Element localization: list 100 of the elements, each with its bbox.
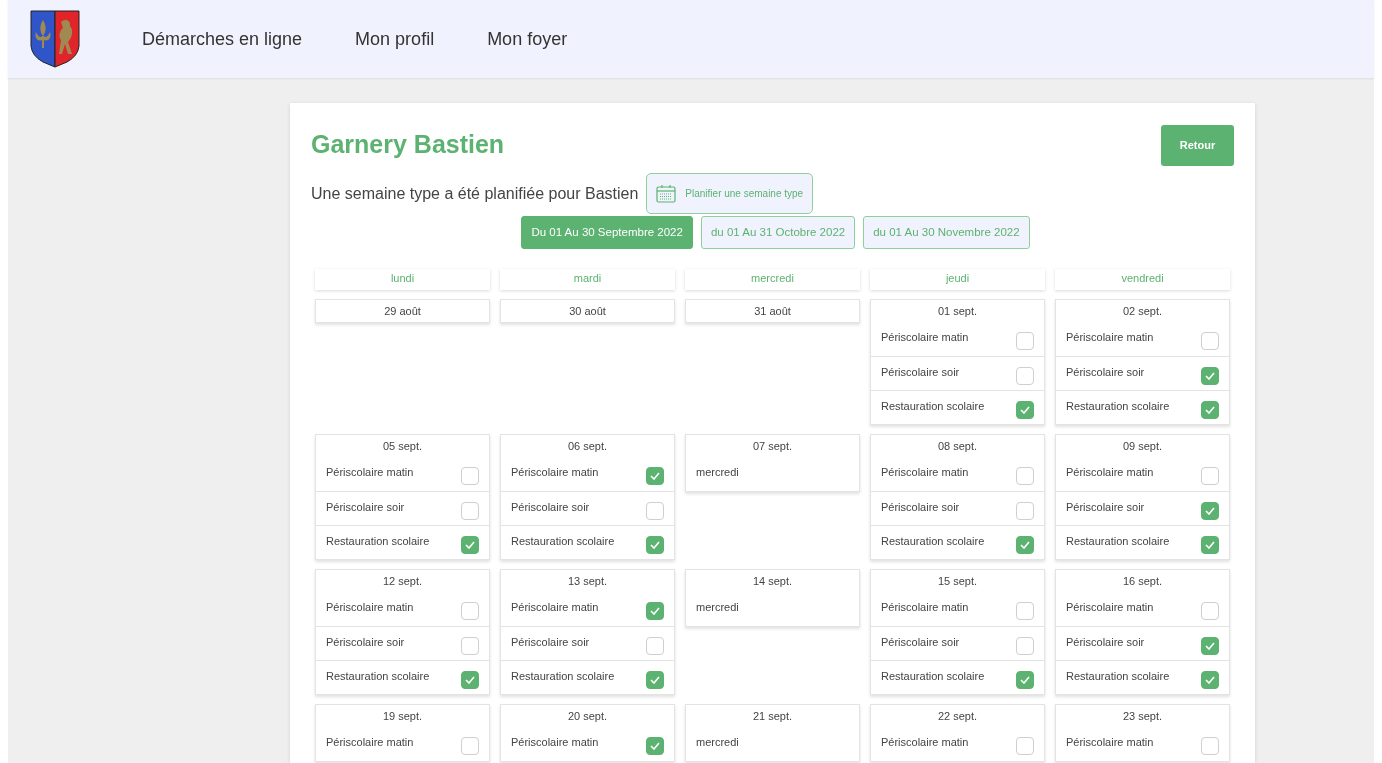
- activity-label: Périscolaire soir: [511, 500, 590, 515]
- day-date: 01 sept.: [936, 304, 979, 319]
- day-date: 08 sept.: [936, 439, 979, 454]
- checkbox[interactable]: [1016, 536, 1034, 554]
- back-button[interactable]: Retour: [1161, 125, 1234, 166]
- checkbox[interactable]: [1016, 502, 1034, 520]
- activity-label: Restauration scolaire: [511, 534, 615, 549]
- checkbox[interactable]: [1016, 401, 1034, 419]
- checkbox[interactable]: [1201, 671, 1219, 689]
- activity-label: Périscolaire soir: [1066, 635, 1145, 650]
- checkbox[interactable]: [1201, 602, 1219, 620]
- checkbox[interactable]: [1016, 671, 1034, 689]
- activity-label: Restauration scolaire: [326, 534, 430, 549]
- checkbox[interactable]: [1201, 332, 1219, 350]
- nav-link[interactable]: Mon foyer: [487, 25, 568, 53]
- day-date: 23 sept.: [1121, 709, 1164, 724]
- checkbox[interactable]: [646, 671, 664, 689]
- activity-label: Périscolaire soir: [881, 500, 960, 515]
- day-date: 19 sept.: [381, 709, 424, 724]
- checkbox[interactable]: [461, 671, 479, 689]
- checkbox[interactable]: [461, 467, 479, 485]
- activity-label: Périscolaire soir: [881, 365, 960, 380]
- day-date: 20 sept.: [566, 709, 609, 724]
- checkbox[interactable]: [1016, 467, 1034, 485]
- checkbox[interactable]: [1201, 367, 1219, 385]
- day-note: mercredi: [695, 600, 740, 615]
- checkbox[interactable]: [646, 467, 664, 485]
- checkbox[interactable]: [646, 602, 664, 620]
- check-icon: [650, 607, 660, 615]
- check-icon: [1020, 676, 1030, 684]
- day-date: 05 sept.: [381, 439, 424, 454]
- activity-label: Périscolaire soir: [881, 635, 960, 650]
- checkbox[interactable]: [461, 637, 479, 655]
- check-icon: [1020, 541, 1030, 549]
- day-date: 16 sept.: [1121, 574, 1164, 589]
- checkbox[interactable]: [646, 502, 664, 520]
- check-icon: [465, 676, 475, 684]
- checkbox[interactable]: [1201, 401, 1219, 419]
- activity-label: Périscolaire matin: [881, 600, 969, 615]
- activity-label: Restauration scolaire: [1066, 534, 1170, 549]
- checkbox[interactable]: [1201, 737, 1219, 755]
- checkbox[interactable]: [646, 737, 664, 755]
- activity-label: Périscolaire matin: [881, 330, 969, 345]
- activity-label: Périscolaire soir: [326, 500, 405, 515]
- check-icon: [650, 472, 660, 480]
- checkbox[interactable]: [1201, 536, 1219, 554]
- checkbox[interactable]: [461, 502, 479, 520]
- check-icon: [1205, 541, 1215, 549]
- activity-label: Périscolaire matin: [1066, 735, 1154, 750]
- checkbox[interactable]: [646, 637, 664, 655]
- activity-label: Périscolaire matin: [511, 600, 599, 615]
- checkbox[interactable]: [461, 737, 479, 755]
- activity-label: Restauration scolaire: [1066, 669, 1170, 684]
- calendar-icon: [656, 184, 677, 203]
- checkbox[interactable]: [1201, 637, 1219, 655]
- activity-label: Périscolaire matin: [1066, 600, 1154, 615]
- weekday-header: mardi: [500, 269, 675, 290]
- period-tab[interactable]: du 01 Au 31 Octobre 2022: [700, 216, 856, 249]
- activity-label: Périscolaire soir: [1066, 500, 1145, 515]
- checkbox[interactable]: [1016, 367, 1034, 385]
- check-icon: [1205, 676, 1215, 684]
- nav-link[interactable]: Mon profil: [355, 25, 435, 53]
- day-date: 07 sept.: [751, 439, 794, 454]
- day-note: mercredi: [695, 465, 740, 480]
- activity-label: Périscolaire soir: [326, 635, 405, 650]
- activity-label: Périscolaire matin: [511, 465, 599, 480]
- plan-week-button[interactable]: Planifier une semaine type: [646, 173, 814, 214]
- day-date: 14 sept.: [751, 574, 794, 589]
- day-date: 30 août: [568, 304, 607, 319]
- activity-label: Restauration scolaire: [881, 669, 985, 684]
- period-tab[interactable]: du 01 Au 30 Novembre 2022: [863, 216, 1030, 249]
- activity-label: Périscolaire matin: [326, 600, 414, 615]
- checkbox[interactable]: [1016, 637, 1034, 655]
- activity-label: Périscolaire soir: [511, 635, 590, 650]
- shield-logo: [30, 10, 80, 68]
- weekday-header: lundi: [315, 269, 490, 290]
- activity-label: Périscolaire matin: [326, 735, 414, 750]
- check-icon: [1205, 507, 1215, 515]
- checkbox[interactable]: [1201, 502, 1219, 520]
- checkbox[interactable]: [461, 602, 479, 620]
- check-icon: [650, 676, 660, 684]
- check-icon: [1205, 642, 1215, 650]
- day-date: 09 sept.: [1121, 439, 1164, 454]
- period-tab[interactable]: Du 01 Au 30 Septembre 2022: [521, 216, 693, 249]
- nav-link[interactable]: Démarches en ligne: [142, 25, 303, 53]
- check-icon: [650, 541, 660, 549]
- day-date: 02 sept.: [1121, 304, 1164, 319]
- day-date: 31 août: [753, 304, 792, 319]
- activity-label: Périscolaire matin: [1066, 465, 1154, 480]
- checkbox[interactable]: [1016, 737, 1034, 755]
- checkbox[interactable]: [1201, 467, 1219, 485]
- checkbox[interactable]: [1016, 602, 1034, 620]
- activity-label: Périscolaire matin: [881, 735, 969, 750]
- weekday-header: jeudi: [870, 269, 1045, 290]
- activity-label: Périscolaire matin: [326, 465, 414, 480]
- checkbox[interactable]: [1016, 332, 1034, 350]
- checkbox[interactable]: [461, 536, 479, 554]
- checkbox[interactable]: [646, 536, 664, 554]
- summary-text: Une semaine type a été planifiée pour Bastien: [311, 183, 639, 204]
- day-date: 21 sept.: [751, 709, 794, 724]
